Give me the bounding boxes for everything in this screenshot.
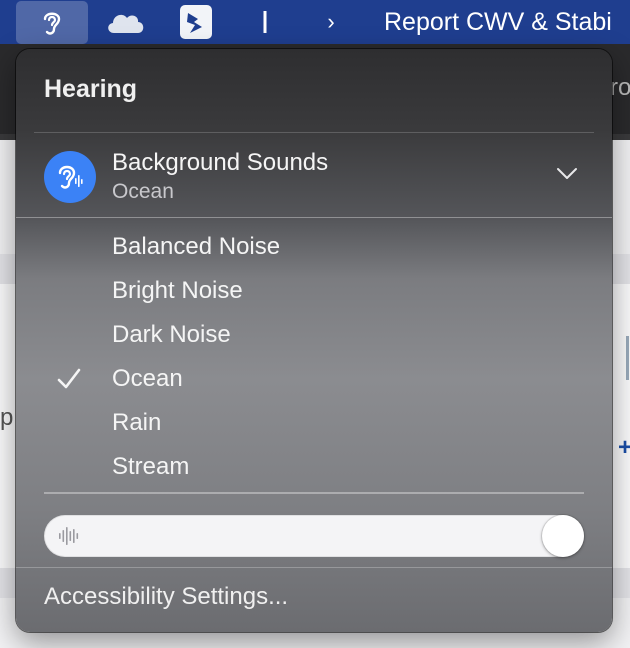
menu-bar-text-cursor[interactable] <box>250 0 280 44</box>
sound-option-rain[interactable]: Rain <box>16 401 612 445</box>
divider <box>16 567 612 568</box>
sound-option-dark-noise[interactable]: Dark Noise <box>16 313 612 357</box>
background-partial-text-left: p <box>0 404 14 431</box>
background-plus-icon[interactable]: + <box>618 434 630 462</box>
volume-slider[interactable] <box>44 515 584 557</box>
sound-option-ocean[interactable]: Ocean <box>16 357 612 401</box>
text-cursor-icon <box>263 11 267 33</box>
sound-option-stream[interactable]: Stream <box>16 445 612 489</box>
menu-bar-app-button[interactable] <box>175 0 217 44</box>
bird-app-icon <box>180 5 212 39</box>
sound-option-label: Stream <box>112 453 190 480</box>
background-accent-bar <box>626 336 629 380</box>
hearing-waves-icon[interactable] <box>44 151 96 203</box>
hearing-icon <box>43 12 61 35</box>
background-partial-text: ro <box>610 74 630 101</box>
panel-title: Hearing <box>44 75 138 103</box>
background-sounds-row[interactable]: Background Sounds Ocean <box>16 133 612 217</box>
menu-bar-title[interactable]: Report CWV & Stabi <box>384 0 630 44</box>
divider <box>16 217 612 218</box>
divider <box>44 492 584 494</box>
chevron-right-icon: › <box>327 9 335 34</box>
sound-option-balanced-noise[interactable]: Balanced Noise <box>16 225 612 269</box>
accessibility-settings-button[interactable]: Accessibility Settings... <box>44 583 288 611</box>
background-sounds-label: Background Sounds <box>112 149 329 176</box>
menu-bar-chevron-button[interactable]: › <box>316 0 346 44</box>
sound-option-label: Ocean <box>112 365 183 392</box>
checkmark-icon <box>57 368 81 389</box>
menu-bar-hearing-button[interactable] <box>16 1 88 44</box>
sound-option-label: Bright Noise <box>112 277 243 304</box>
cloud-icon <box>108 14 144 33</box>
chevron-down-icon[interactable] <box>556 167 578 181</box>
sound-option-label: Rain <box>112 409 162 436</box>
sound-option-bright-noise[interactable]: Bright Noise <box>16 269 612 313</box>
menu-bar: › Report CWV & Stabi <box>0 0 630 44</box>
sound-list: Balanced Noise Bright Noise Dark Noise O… <box>16 225 612 489</box>
volume-slider-knob[interactable] <box>542 515 584 557</box>
menu-bar-cloud-button[interactable] <box>100 0 150 44</box>
waveform-icon <box>59 527 79 545</box>
sound-option-label: Balanced Noise <box>112 233 281 260</box>
hearing-panel: Hearing Background Sounds Ocean Balanced… <box>16 49 612 632</box>
sound-option-label: Dark Noise <box>112 321 231 348</box>
background-sounds-current: Ocean <box>112 180 174 203</box>
